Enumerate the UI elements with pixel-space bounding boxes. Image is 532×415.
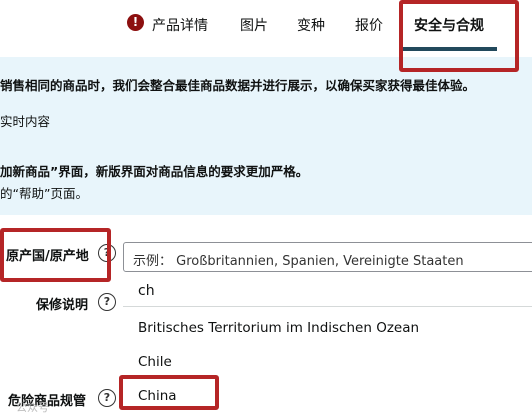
tab-variations[interactable]: 变种 [297,15,325,35]
help-icon[interactable]: ? [98,389,116,407]
tab-offer[interactable]: 报价 [355,15,383,35]
banner-line-3: 加新商品”界面，新版界面对商品信息的要求更加严格。 [0,164,309,179]
annotation-box-china [119,375,219,410]
origin-placeholder: 示例： Großbritannien, Spanien, Vereinigte … [133,254,464,269]
exclamation-icon: ! [127,14,144,31]
option-chile[interactable]: Chile [138,354,172,370]
tab-product-details[interactable]: 产品详情 [152,15,208,35]
dropdown-search-input[interactable]: ch [138,283,155,299]
help-icon[interactable]: ? [98,293,116,311]
warranty-label: 保修说明 [36,298,89,313]
tab-images[interactable]: 图片 [240,15,268,35]
info-banner: 销售相同的商品时，我们会整合最佳商品数据并进行展示，以确保买家获得最佳体验。 实… [0,57,532,215]
option-british-indian-ocean-territory[interactable]: Britisches Territorium im Indischen Ozea… [138,320,419,336]
annotation-box-tab [399,0,519,72]
watermark: 公众号 [16,401,49,414]
origin-country-select[interactable]: 示例： Großbritannien, Spanien, Vereinigte … [123,242,532,272]
banner-line-2: 实时内容 [0,114,51,129]
dropdown-divider [123,306,532,307]
banner-help-link[interactable]: 的“帮助”页面。 [0,183,88,202]
banner-line-1: 销售相同的商品时，我们会整合最佳商品数据并进行展示，以确保买家获得最佳体验。 [0,78,476,93]
annotation-box-origin [0,228,111,282]
